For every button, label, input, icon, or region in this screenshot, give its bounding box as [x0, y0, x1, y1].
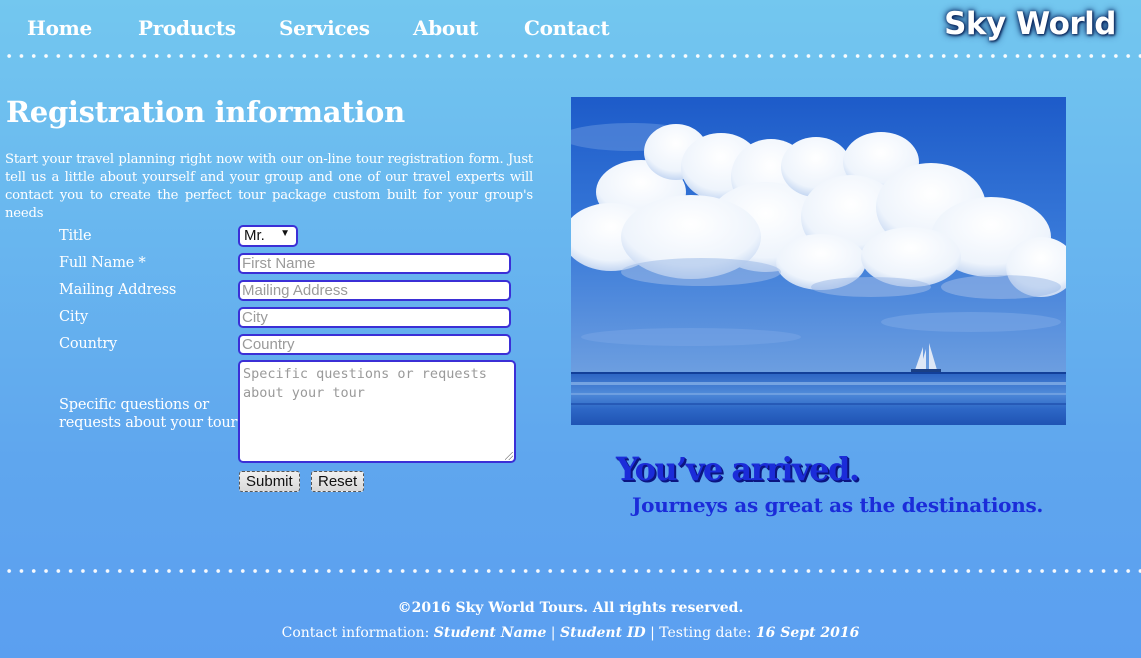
reset-button[interactable]: Reset	[311, 471, 365, 492]
questions-textarea[interactable]	[238, 360, 516, 463]
footer-dotted-divider	[0, 568, 1141, 574]
questions-label-line-2: requests about your tour	[59, 415, 238, 431]
resize-handle-icon[interactable]	[505, 452, 513, 460]
hero-sky-ocean-image	[571, 97, 1066, 425]
country-label: Country	[59, 336, 118, 352]
city-input[interactable]	[238, 307, 511, 328]
intro-paragraph: Start your travel planning right now wit…	[5, 152, 533, 221]
first-name-input[interactable]	[238, 253, 511, 274]
testing-date-prefix: | Testing date:	[645, 625, 756, 641]
questions-label: Specific questions or requests about you…	[59, 396, 237, 432]
title-label: Title	[59, 228, 92, 244]
country-input[interactable]	[238, 334, 511, 355]
nav-services-link[interactable]: Services	[279, 16, 370, 40]
nav-contact-link[interactable]: Contact	[524, 16, 610, 40]
footer-separator: |	[546, 625, 560, 641]
footer-copyright: ©2016 Sky World Tours. All rights reserv…	[397, 600, 744, 616]
nav-products-link[interactable]: Products	[138, 16, 236, 40]
testing-date: 16 Sept 2016	[755, 625, 860, 641]
contact-prefix: Contact information:	[281, 625, 434, 641]
questions-label-line-1: Specific questions or	[59, 397, 209, 413]
student-id: Student ID	[559, 625, 646, 641]
hero-tagline: You’ve arrived.	[616, 450, 860, 488]
submit-button[interactable]: Submit	[239, 471, 300, 492]
hero-subtagline: Journeys as great as the destinations.	[632, 493, 1044, 517]
mailing-address-label: Mailing Address	[59, 282, 177, 298]
caret-down-icon: ▼	[280, 228, 290, 239]
title-select-value: Mr.	[244, 227, 265, 244]
nav-about-link[interactable]: About	[413, 16, 478, 40]
nav-home-link[interactable]: Home	[27, 16, 92, 40]
footer-contact-info: Contact information: Student Name | Stud…	[0, 625, 1141, 641]
top-navigation: Home Products Services About Contact Sky…	[0, 0, 1141, 56]
mailing-address-input[interactable]	[238, 280, 511, 301]
page-title: Registration information	[6, 95, 405, 129]
title-select[interactable]: Mr. ▼	[238, 225, 298, 247]
sky-ocean-illustration	[571, 97, 1066, 425]
student-name: Student Name	[433, 625, 547, 641]
city-label: City	[59, 309, 88, 325]
site-logo-text: Sky World	[944, 6, 1116, 42]
full-name-label: Full Name *	[59, 255, 146, 271]
header-dotted-divider	[0, 53, 1141, 59]
